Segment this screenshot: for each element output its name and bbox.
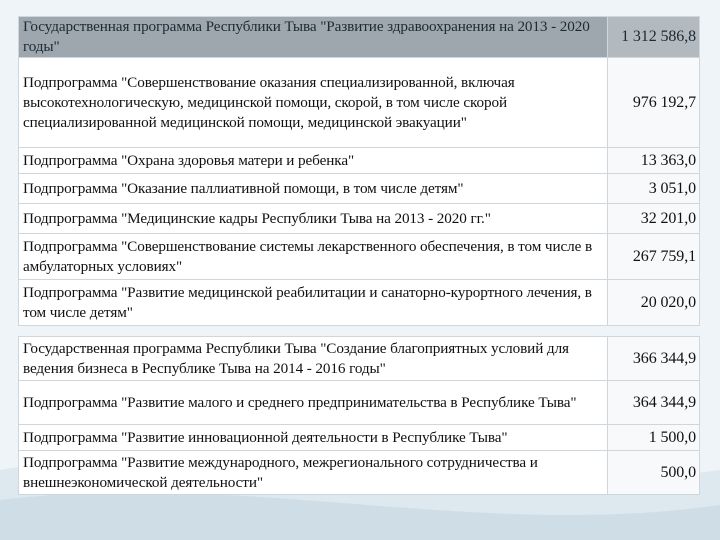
table-row: Подпрограмма "Оказание паллиативной помо…: [18, 173, 700, 204]
program-amount: 976 192,7: [607, 57, 700, 148]
program-amount: 3 051,0: [607, 173, 700, 204]
program-name: Подпрограмма "Охрана здоровья матери и р…: [18, 147, 608, 174]
program-name: Подпрограмма "Совершенствование системы …: [18, 233, 608, 280]
table-row: Государственная программа Республики Тыв…: [18, 336, 700, 381]
program-amount: 366 344,9: [607, 336, 700, 381]
program-amount: 32 201,0: [607, 203, 700, 234]
program-amount: 1 500,0: [607, 424, 700, 451]
program-name: Подпрограмма "Оказание паллиативной помо…: [18, 173, 608, 204]
program-name: Государственная программа Республики Тыв…: [18, 16, 608, 58]
table-row: Подпрограмма "Совершенствование системы …: [18, 233, 700, 280]
budget-table: Государственная программа Республики Тыв…: [18, 16, 700, 495]
table-row: Подпрограмма "Медицинские кадры Республи…: [18, 203, 700, 234]
program-name: Подпрограмма "Развитие инновационной дея…: [18, 424, 608, 451]
program-amount: 364 344,9: [607, 380, 700, 425]
table-row: Подпрограмма "Охрана здоровья матери и р…: [18, 147, 700, 174]
table-row: Подпрограмма "Развитие малого и среднего…: [18, 380, 700, 425]
program-name: Подпрограмма "Развитие международного, м…: [18, 450, 608, 495]
program-amount: 20 020,0: [607, 279, 700, 326]
program-amount: 267 759,1: [607, 233, 700, 280]
program-name: Подпрограмма "Развитие малого и среднего…: [18, 380, 608, 425]
program-name: Подпрограмма "Медицинские кадры Республи…: [18, 203, 608, 234]
program-name: Подпрограмма "Развитие медицинской реаби…: [18, 279, 608, 326]
program-name: Подпрограмма "Совершенствование оказания…: [18, 57, 608, 148]
table-row: Подпрограмма "Совершенствование оказания…: [18, 57, 700, 148]
table-row: Государственная программа Республики Тыв…: [18, 16, 700, 58]
row-gap: [19, 326, 700, 337]
program-amount: 1 312 586,8: [607, 16, 700, 58]
program-amount: 13 363,0: [607, 147, 700, 174]
table-row: Подпрограмма "Развитие международного, м…: [18, 450, 700, 495]
program-amount: 500,0: [607, 450, 700, 495]
program-name: Государственная программа Республики Тыв…: [18, 336, 608, 381]
table-row: Подпрограмма "Развитие инновационной дея…: [18, 424, 700, 451]
table-row: Подпрограмма "Развитие медицинской реаби…: [18, 279, 700, 326]
